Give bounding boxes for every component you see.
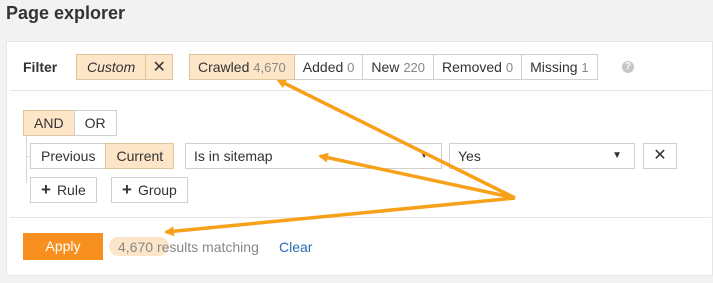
tab-new[interactable]: New 220 bbox=[362, 54, 435, 80]
clear-link[interactable]: Clear bbox=[279, 239, 312, 255]
tree-connector bbox=[26, 131, 27, 183]
condition-select[interactable]: Is in sitemap ▼ bbox=[185, 143, 442, 169]
value-select-value: Yes bbox=[458, 148, 481, 164]
tab-crawled[interactable]: Crawled 4,670 bbox=[189, 54, 295, 80]
logic-toggle: AND OR bbox=[23, 110, 117, 136]
add-group-label: Group bbox=[137, 182, 177, 198]
current-button[interactable]: Current bbox=[105, 143, 175, 169]
custom-chip-label[interactable]: Custom bbox=[77, 55, 145, 79]
apply-button[interactable]: Apply bbox=[23, 233, 103, 260]
filter-label: Filter bbox=[23, 59, 58, 75]
plus-icon: + bbox=[122, 180, 132, 199]
caret-down-icon: ▼ bbox=[612, 150, 622, 161]
add-group-button[interactable]: + Group bbox=[111, 177, 188, 203]
add-rule-button[interactable]: + Rule bbox=[30, 177, 97, 203]
tab-count: 0 bbox=[347, 60, 355, 75]
filter-panel: Filter Custom ✕ Crawled 4,670 Added 0 Ne… bbox=[6, 41, 713, 276]
tab-count: 0 bbox=[505, 60, 514, 75]
tab-removed[interactable]: Removed 0 bbox=[433, 54, 523, 80]
tab-added[interactable]: Added 0 bbox=[293, 54, 364, 80]
results-count: 4,670 bbox=[118, 239, 154, 255]
results-suffix: results matching bbox=[156, 239, 259, 255]
page-title: Page explorer bbox=[6, 3, 126, 23]
custom-filter-chip[interactable]: Custom ✕ bbox=[76, 54, 174, 80]
tab-missing[interactable]: Missing 1 bbox=[521, 54, 598, 80]
tab-count: 220 bbox=[403, 60, 426, 75]
and-button[interactable]: AND bbox=[23, 110, 75, 136]
add-rule-label: Rule bbox=[56, 182, 86, 198]
previous-button[interactable]: Previous bbox=[30, 143, 107, 169]
tab-count: 4,670 bbox=[253, 60, 286, 75]
or-button[interactable]: OR bbox=[73, 110, 117, 136]
plus-icon: + bbox=[41, 180, 51, 199]
preset-filter-tabs: Crawled 4,670 Added 0 New 220 Removed 0 … bbox=[189, 54, 598, 80]
remove-rule-button[interactable]: ✕ bbox=[643, 143, 677, 169]
results-summary: 4,670 results matching bbox=[118, 239, 259, 255]
scope-toggle: Previous Current bbox=[30, 143, 175, 169]
value-select[interactable]: Yes ▼ bbox=[449, 143, 635, 169]
tab-count: 1 bbox=[581, 60, 589, 75]
question-circle-icon[interactable]: ? bbox=[622, 61, 634, 73]
close-icon[interactable]: ✕ bbox=[145, 55, 172, 79]
caret-down-icon: ▼ bbox=[419, 150, 429, 161]
close-icon: ✕ bbox=[653, 147, 667, 164]
rule-builder: AND OR Previous Current Is in sitemap ▼ … bbox=[10, 90, 711, 218]
condition-select-value: Is in sitemap bbox=[194, 148, 273, 164]
